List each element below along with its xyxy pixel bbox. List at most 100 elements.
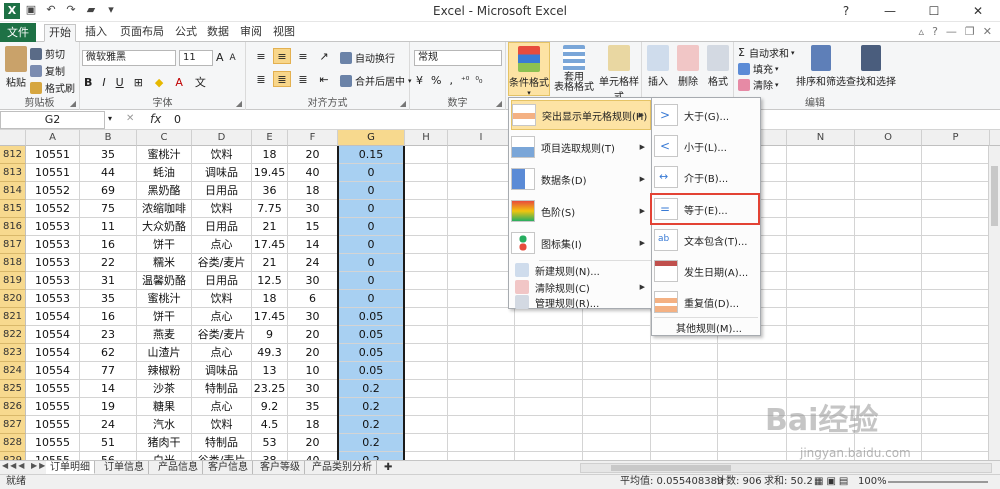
grid-cell[interactable]: [405, 146, 448, 164]
grid-cell[interactable]: 69: [80, 182, 137, 200]
column-header-p[interactable]: P: [922, 130, 990, 146]
decrease-decimal-icon[interactable]: ⁰₀: [475, 76, 482, 86]
grid-cell[interactable]: 0.15: [338, 146, 405, 164]
submenu-date-occurring[interactable]: 发生日期(A)...: [654, 256, 748, 286]
zoom-slider[interactable]: [888, 481, 988, 483]
menu-manage-rules[interactable]: 管理规则(R)...: [511, 294, 651, 310]
grid-cell[interactable]: 0: [338, 182, 405, 200]
grid-cell[interactable]: 44: [80, 164, 137, 182]
grid-cell[interactable]: 75: [80, 200, 137, 218]
row-header[interactable]: 818: [0, 254, 26, 272]
grid-cell[interactable]: 燕麦: [137, 326, 192, 344]
grid-cell[interactable]: [922, 326, 990, 344]
grid-cell[interactable]: [787, 272, 855, 290]
grid-cell[interactable]: [922, 380, 990, 398]
font-name-combo[interactable]: 微软雅黑: [82, 50, 176, 66]
grid-cell[interactable]: [448, 218, 515, 236]
grid-cell[interactable]: 18: [288, 416, 338, 434]
grid-cell[interactable]: [583, 398, 651, 416]
grow-font-button[interactable]: A: [216, 51, 224, 64]
grid-cell[interactable]: 20: [288, 434, 338, 452]
row-header[interactable]: 814: [0, 182, 26, 200]
grid-cell[interactable]: 16: [80, 236, 137, 254]
grid-cell[interactable]: [448, 452, 515, 460]
grid-cell[interactable]: 0: [338, 272, 405, 290]
row-header[interactable]: 817: [0, 236, 26, 254]
grid-cell[interactable]: 蜜桃汁: [137, 290, 192, 308]
grid-cell[interactable]: 0: [338, 200, 405, 218]
grid-cell[interactable]: 56: [80, 452, 137, 460]
scroll-thumb[interactable]: [611, 465, 731, 471]
grid-cell[interactable]: 22: [80, 254, 137, 272]
grid-cell[interactable]: [448, 416, 515, 434]
grid-cell[interactable]: 10553: [26, 218, 80, 236]
grid-cell[interactable]: [922, 344, 990, 362]
grid-cell[interactable]: 36: [252, 182, 288, 200]
grid-cell[interactable]: [787, 200, 855, 218]
grid-cell[interactable]: 温馨奶酪: [137, 272, 192, 290]
minimize-icon[interactable]: —: [868, 0, 912, 22]
grid-cell[interactable]: 饮料: [192, 146, 252, 164]
grid-cell[interactable]: [922, 200, 990, 218]
grid-cell[interactable]: [855, 308, 922, 326]
grid-cell[interactable]: 10: [288, 362, 338, 380]
menu-data-bars[interactable]: 数据条(D) ▶: [511, 164, 651, 194]
grid-cell[interactable]: 黑奶酪: [137, 182, 192, 200]
align-left-icon[interactable]: ≣: [252, 71, 270, 87]
grid-cell[interactable]: 9: [252, 326, 288, 344]
grid-cell[interactable]: 30: [288, 308, 338, 326]
grid-cell[interactable]: 糯米: [137, 254, 192, 272]
help-circle-icon[interactable]: ?: [932, 25, 938, 38]
grid-cell[interactable]: 6: [288, 290, 338, 308]
grid-cell[interactable]: [855, 272, 922, 290]
grid-cell[interactable]: [922, 164, 990, 182]
grid-cell[interactable]: [405, 434, 448, 452]
grid-cell[interactable]: 53: [252, 434, 288, 452]
grid-cell[interactable]: 0: [338, 218, 405, 236]
grid-cell[interactable]: [922, 290, 990, 308]
grid-cell[interactable]: 16: [80, 308, 137, 326]
row-header[interactable]: 816: [0, 218, 26, 236]
launcher-icon[interactable]: ◢: [496, 99, 502, 108]
scroll-thumb[interactable]: [991, 166, 998, 226]
grid-cell[interactable]: 10552: [26, 200, 80, 218]
grid-cell[interactable]: 35: [288, 398, 338, 416]
grid-cell[interactable]: 30: [288, 380, 338, 398]
copy-button[interactable]: 复制: [30, 63, 65, 78]
column-header-c[interactable]: C: [137, 130, 192, 146]
grid-cell[interactable]: [448, 200, 515, 218]
sheet-tab-order-details[interactable]: 订单明细: [46, 461, 95, 474]
grid-cell[interactable]: [855, 362, 922, 380]
submenu-more-rules[interactable]: 其他规则(M)...: [676, 319, 742, 335]
grid-cell[interactable]: 11: [80, 218, 137, 236]
grid-cell[interactable]: [855, 254, 922, 272]
grid-cell[interactable]: 白米: [137, 452, 192, 460]
grid-cell[interactable]: [448, 326, 515, 344]
maximize-icon[interactable]: ☐: [912, 0, 956, 22]
ribbon-minimize-icon[interactable]: ▵: [919, 25, 925, 38]
grid-cell[interactable]: [448, 344, 515, 362]
grid-cell[interactable]: 24: [288, 254, 338, 272]
grid-cell[interactable]: 77: [80, 362, 137, 380]
grid-cell[interactable]: [448, 164, 515, 182]
cell-styles-button[interactable]: 单元格样式: [596, 45, 642, 103]
grid-cell[interactable]: [718, 362, 787, 380]
grid-cell[interactable]: [855, 200, 922, 218]
row-header[interactable]: 826: [0, 398, 26, 416]
grid-cell[interactable]: [651, 434, 718, 452]
sheet-tab-customer-level[interactable]: 客户等级: [256, 461, 305, 474]
grid-cell[interactable]: 40: [288, 164, 338, 182]
grid-cell[interactable]: [922, 146, 990, 164]
grid-cell[interactable]: [448, 182, 515, 200]
grid-cell[interactable]: [515, 362, 583, 380]
grid-cell[interactable]: 沙茶: [137, 380, 192, 398]
grid-cell[interactable]: [651, 362, 718, 380]
grid-cell[interactable]: [787, 362, 855, 380]
column-header-o[interactable]: O: [855, 130, 922, 146]
grid-cell[interactable]: 14: [80, 380, 137, 398]
row-header[interactable]: 821: [0, 308, 26, 326]
align-bottom-icon[interactable]: ≡: [294, 48, 312, 64]
column-header-g[interactable]: G: [338, 130, 405, 146]
format-as-table-button[interactable]: 套用 表格格式: [552, 45, 596, 93]
grid-cell[interactable]: 23.25: [252, 380, 288, 398]
